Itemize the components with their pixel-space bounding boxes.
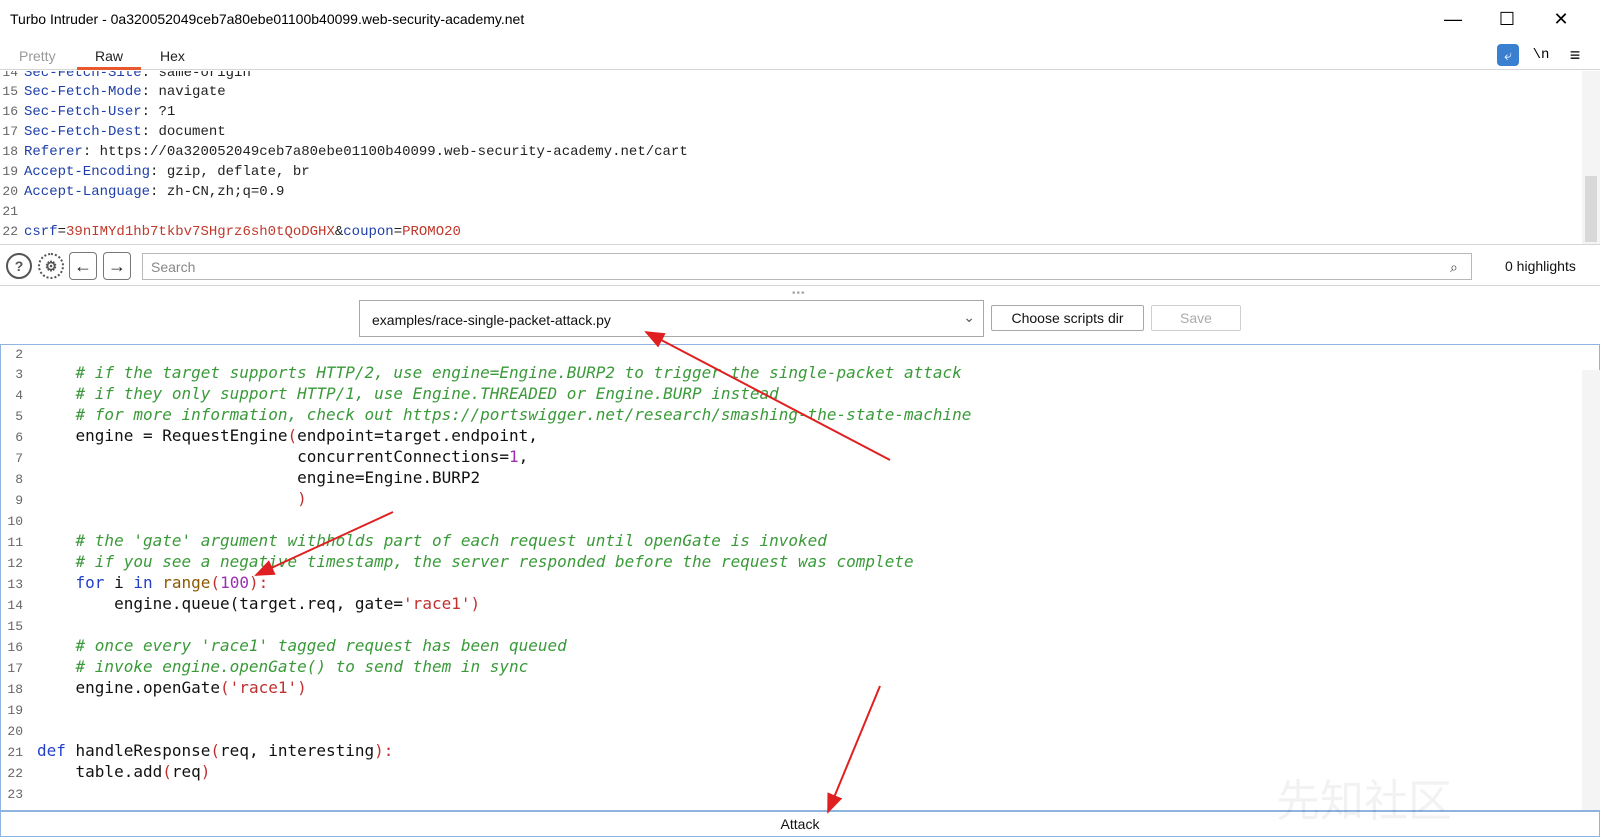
code-line: 14 engine.queue(target.req, gate='race1'… — [7, 594, 481, 613]
minimize-button[interactable]: — — [1430, 4, 1476, 34]
help-icon[interactable]: ? — [6, 253, 32, 279]
code-line: 19 — [7, 703, 23, 718]
request-line: 21 — [2, 204, 18, 219]
choose-scripts-dir-button[interactable]: Choose scripts dir — [991, 305, 1144, 331]
code-line: 7 concurrentConnections=1, — [15, 447, 529, 466]
code-line: 3 # if the target supports HTTP/2, use e… — [15, 363, 962, 382]
tab-raw[interactable]: Raw — [95, 48, 123, 64]
menu-icon[interactable]: ≡ — [1564, 44, 1586, 66]
split-drag-handle[interactable]: ••• — [792, 288, 806, 299]
highlights-count: 0 highlights — [1505, 258, 1576, 274]
code-line: 20 — [7, 724, 23, 739]
code-line: 16 # once every 'race1' tagged request h… — [7, 636, 567, 655]
chevron-down-icon: ⌄ — [963, 309, 975, 325]
title-bar: Turbo Intruder - 0a320052049ceb7a80ebe01… — [0, 0, 1600, 38]
code-line: 10 — [7, 514, 23, 529]
code-line: 9 ) — [15, 489, 307, 508]
editor-scrollbar[interactable] — [1582, 370, 1600, 810]
code-line: 6 engine = RequestEngine(endpoint=target… — [15, 426, 538, 445]
code-line: 18 engine.openGate('race1') — [7, 678, 307, 697]
code-line: 12 # if you see a negative timestamp, th… — [7, 552, 914, 571]
newline-icon[interactable]: \n — [1530, 44, 1552, 66]
code-line: 15 — [7, 619, 23, 634]
code-line: 4 # if they only support HTTP/1, use Eng… — [15, 384, 779, 403]
save-button[interactable]: Save — [1151, 305, 1241, 331]
tab-hex[interactable]: Hex — [160, 48, 185, 64]
request-editor[interactable]: 14 Sec-Fetch-Site: same-origin 15 Sec-Fetc… — [0, 71, 1582, 244]
search-bar: ? ⚙ ← → ⌕ 0 highlights — [0, 244, 1600, 286]
request-line: 16 Sec-Fetch-User: ?1 — [2, 104, 176, 120]
code-line: 13 for i in range(100): — [7, 573, 269, 592]
wrap-lines-icon[interactable]: ⤶ — [1497, 44, 1519, 66]
code-line: 22 table.add(req) — [7, 762, 211, 781]
script-editor[interactable]: 2 3 # if the target supports HTTP/2, use… — [0, 344, 1600, 811]
maximize-button[interactable]: ☐ — [1484, 4, 1530, 34]
window-title: Turbo Intruder - 0a320052049ceb7a80ebe01… — [10, 11, 525, 27]
code-line: 8 engine=Engine.BURP2 — [15, 468, 481, 487]
forward-arrow-icon[interactable]: → — [103, 252, 131, 280]
script-select[interactable]: examples/race-single-packet-attack.py ⌄ — [359, 300, 984, 337]
script-select-value: examples/race-single-packet-attack.py — [372, 312, 611, 328]
view-tabs: Pretty Raw Hex — [0, 40, 1600, 70]
code-line: 23 — [7, 787, 23, 802]
request-line: 19 Accept-Encoding: gzip, deflate, br — [2, 164, 310, 180]
tab-pretty[interactable]: Pretty — [19, 48, 56, 64]
active-tab-indicator — [77, 67, 141, 70]
code-line: 2 — [15, 347, 23, 362]
search-input[interactable] — [142, 253, 1472, 280]
code-line: 21 def handleResponse(req, interesting): — [7, 741, 394, 760]
request-line: 15 Sec-Fetch-Mode: navigate — [2, 84, 226, 100]
watermark: 先知社区 — [1276, 776, 1452, 827]
search-icon[interactable]: ⌕ — [1450, 259, 1466, 275]
request-line: 17 Sec-Fetch-Dest: document — [2, 124, 226, 140]
code-line: 5 # for more information, check out http… — [15, 405, 972, 424]
close-button[interactable]: ✕ — [1538, 4, 1584, 34]
code-line: 17 # invoke engine.openGate() to send th… — [7, 657, 529, 676]
request-line: 18 Referer: https://0a320052049ceb7a80ebe… — [2, 144, 688, 160]
settings-gear-icon[interactable]: ⚙ — [38, 253, 64, 279]
back-arrow-icon[interactable]: ← — [69, 252, 97, 280]
request-line: 20 Accept-Language: zh-CN,zh;q=0.9 — [2, 184, 285, 200]
request-body-line: 22 csrf=39nIMYd1hb7tkbv7SHgrz6sh0tQoDGHX&… — [2, 224, 461, 240]
request-scrollbar-thumb[interactable] — [1585, 176, 1597, 242]
code-line: 11 # the 'gate' argument withholds part … — [7, 531, 827, 550]
